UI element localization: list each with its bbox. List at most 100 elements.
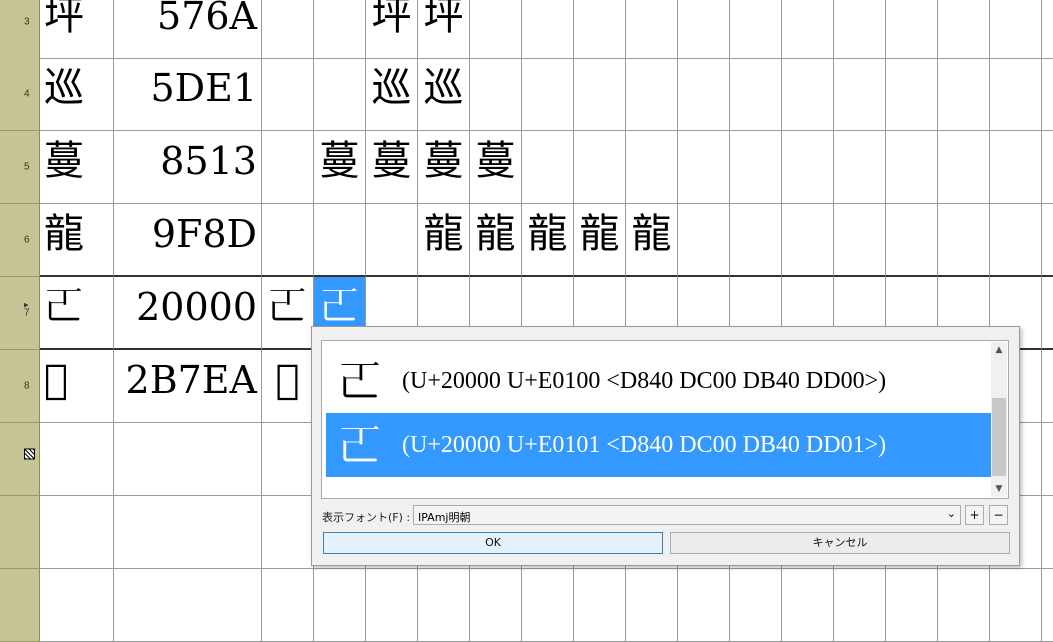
ok-button[interactable]: OK bbox=[323, 532, 663, 554]
grid-cell[interactable] bbox=[730, 58, 782, 131]
variant-cell[interactable] bbox=[626, 131, 678, 204]
grid-cell[interactable] bbox=[40, 496, 114, 569]
char-cell[interactable]: 蔓 bbox=[40, 131, 114, 204]
scroll-down-arrow-icon[interactable]: ▼ bbox=[991, 481, 1007, 497]
variant-cell[interactable]: 龍 bbox=[522, 204, 574, 277]
grid-cell[interactable] bbox=[1042, 0, 1053, 59]
variant-cell[interactable]: 蔓 bbox=[314, 131, 366, 204]
grid-cell[interactable] bbox=[262, 423, 314, 496]
variant-cell[interactable]: 𠀀 bbox=[262, 277, 314, 350]
code-cell[interactable]: 576A bbox=[114, 0, 262, 59]
variant-cell[interactable] bbox=[314, 204, 366, 277]
variant-cell[interactable]: 龍 bbox=[470, 204, 522, 277]
variant-cell[interactable] bbox=[262, 131, 314, 204]
char-cell[interactable]: 巡 bbox=[40, 58, 114, 131]
row-header[interactable] bbox=[0, 569, 40, 642]
variant-cell[interactable] bbox=[522, 0, 574, 59]
variant-cell[interactable]: 巡 bbox=[418, 58, 470, 131]
variant-cell[interactable] bbox=[262, 0, 314, 59]
grid-cell[interactable] bbox=[1042, 569, 1053, 642]
grid-cell[interactable] bbox=[938, 131, 990, 204]
grid-cell[interactable] bbox=[834, 204, 886, 277]
grid-cell[interactable] bbox=[938, 58, 990, 131]
grid-cell[interactable] bbox=[938, 0, 990, 59]
grid-cell[interactable] bbox=[1042, 58, 1053, 131]
row-header[interactable]: 3 bbox=[0, 0, 40, 59]
variant-option-1[interactable]: 𠀀 (U+20000 U+E0100 <D840 DC00 DB40 DD00>… bbox=[326, 349, 992, 413]
grid-cell[interactable] bbox=[114, 569, 262, 642]
grid-cell[interactable] bbox=[990, 0, 1042, 59]
grid-cell[interactable] bbox=[114, 496, 262, 569]
variant-cell[interactable] bbox=[522, 131, 574, 204]
variant-cell[interactable] bbox=[574, 131, 626, 204]
grid-cell[interactable] bbox=[678, 0, 730, 59]
grid-cell[interactable] bbox=[990, 569, 1042, 642]
variant-cell[interactable]: 坪 bbox=[366, 0, 418, 59]
grid-cell[interactable] bbox=[834, 58, 886, 131]
variant-cell[interactable]: 坪 bbox=[418, 0, 470, 59]
grid-cell[interactable] bbox=[418, 569, 470, 642]
code-cell[interactable]: 8513 bbox=[114, 131, 262, 204]
variant-cell[interactable] bbox=[314, 0, 366, 59]
cancel-button[interactable]: キャンセル bbox=[670, 532, 1010, 554]
char-cell[interactable]: 𫟪 bbox=[40, 350, 114, 423]
grid-cell[interactable] bbox=[262, 569, 314, 642]
grid-cell[interactable] bbox=[782, 131, 834, 204]
grid-cell[interactable] bbox=[1042, 423, 1053, 496]
variant-cell[interactable] bbox=[574, 0, 626, 59]
grid-cell[interactable] bbox=[730, 204, 782, 277]
font-size-decrease-button[interactable]: − bbox=[989, 505, 1008, 525]
grid-cell[interactable] bbox=[366, 569, 418, 642]
grid-cell[interactable] bbox=[1042, 277, 1053, 350]
code-cell[interactable]: 2B7EA bbox=[114, 350, 262, 423]
grid-cell[interactable] bbox=[262, 496, 314, 569]
variant-cell[interactable]: 蔓 bbox=[366, 131, 418, 204]
row-header[interactable]: 8 bbox=[0, 350, 40, 423]
variant-option-2[interactable]: 𠀀 (U+20000 U+E0101 <D840 DC00 DB40 DD01>… bbox=[326, 413, 992, 477]
variant-cell[interactable] bbox=[522, 58, 574, 131]
variant-cell[interactable]: 龍 bbox=[418, 204, 470, 277]
grid-cell[interactable] bbox=[1042, 496, 1053, 569]
grid-cell[interactable] bbox=[938, 569, 990, 642]
char-cell[interactable]: 坪 bbox=[40, 0, 114, 59]
grid-cell[interactable] bbox=[730, 131, 782, 204]
variant-cell[interactable]: 𫟪 bbox=[262, 350, 314, 423]
row-header[interactable]: 7 ▸ bbox=[0, 277, 40, 350]
code-cell[interactable]: 20000 bbox=[114, 277, 262, 350]
grid-cell[interactable] bbox=[1042, 204, 1053, 277]
variant-cell[interactable] bbox=[366, 204, 418, 277]
grid-cell[interactable] bbox=[678, 569, 730, 642]
variant-list[interactable]: 𠀀 (U+20000 U+E0100 <D840 DC00 DB40 DD00>… bbox=[321, 340, 1009, 499]
scrollbar-thumb[interactable] bbox=[992, 398, 1006, 476]
grid-cell[interactable] bbox=[886, 131, 938, 204]
variant-cell[interactable] bbox=[314, 58, 366, 131]
grid-cell[interactable] bbox=[1042, 131, 1053, 204]
grid-cell[interactable] bbox=[730, 0, 782, 59]
char-cell[interactable]: 龍 bbox=[40, 204, 114, 277]
row-header[interactable] bbox=[0, 496, 40, 569]
grid-cell[interactable] bbox=[782, 204, 834, 277]
grid-cell[interactable] bbox=[990, 204, 1042, 277]
variant-cell[interactable] bbox=[470, 0, 522, 59]
variant-cell[interactable] bbox=[262, 58, 314, 131]
variant-cell[interactable] bbox=[626, 0, 678, 59]
row-header[interactable]: 5 bbox=[0, 131, 40, 204]
grid-cell[interactable] bbox=[626, 569, 678, 642]
grid-cell[interactable] bbox=[782, 0, 834, 59]
grid-cell[interactable] bbox=[114, 423, 262, 496]
grid-cell[interactable] bbox=[40, 423, 114, 496]
code-cell[interactable]: 9F8D bbox=[114, 204, 262, 277]
grid-cell[interactable] bbox=[314, 569, 366, 642]
grid-cell[interactable] bbox=[522, 569, 574, 642]
grid-cell[interactable] bbox=[834, 131, 886, 204]
grid-cell[interactable] bbox=[678, 58, 730, 131]
variant-cell[interactable]: 巡 bbox=[366, 58, 418, 131]
grid-cell[interactable] bbox=[990, 58, 1042, 131]
grid-cell[interactable] bbox=[886, 0, 938, 59]
row-header[interactable] bbox=[0, 423, 40, 496]
code-cell[interactable]: 5DE1 bbox=[114, 58, 262, 131]
row-header[interactable]: 4 bbox=[0, 58, 40, 131]
scroll-up-arrow-icon[interactable]: ▲ bbox=[991, 342, 1007, 358]
char-cell[interactable]: 𠀀 bbox=[40, 277, 114, 350]
grid-cell[interactable] bbox=[990, 131, 1042, 204]
